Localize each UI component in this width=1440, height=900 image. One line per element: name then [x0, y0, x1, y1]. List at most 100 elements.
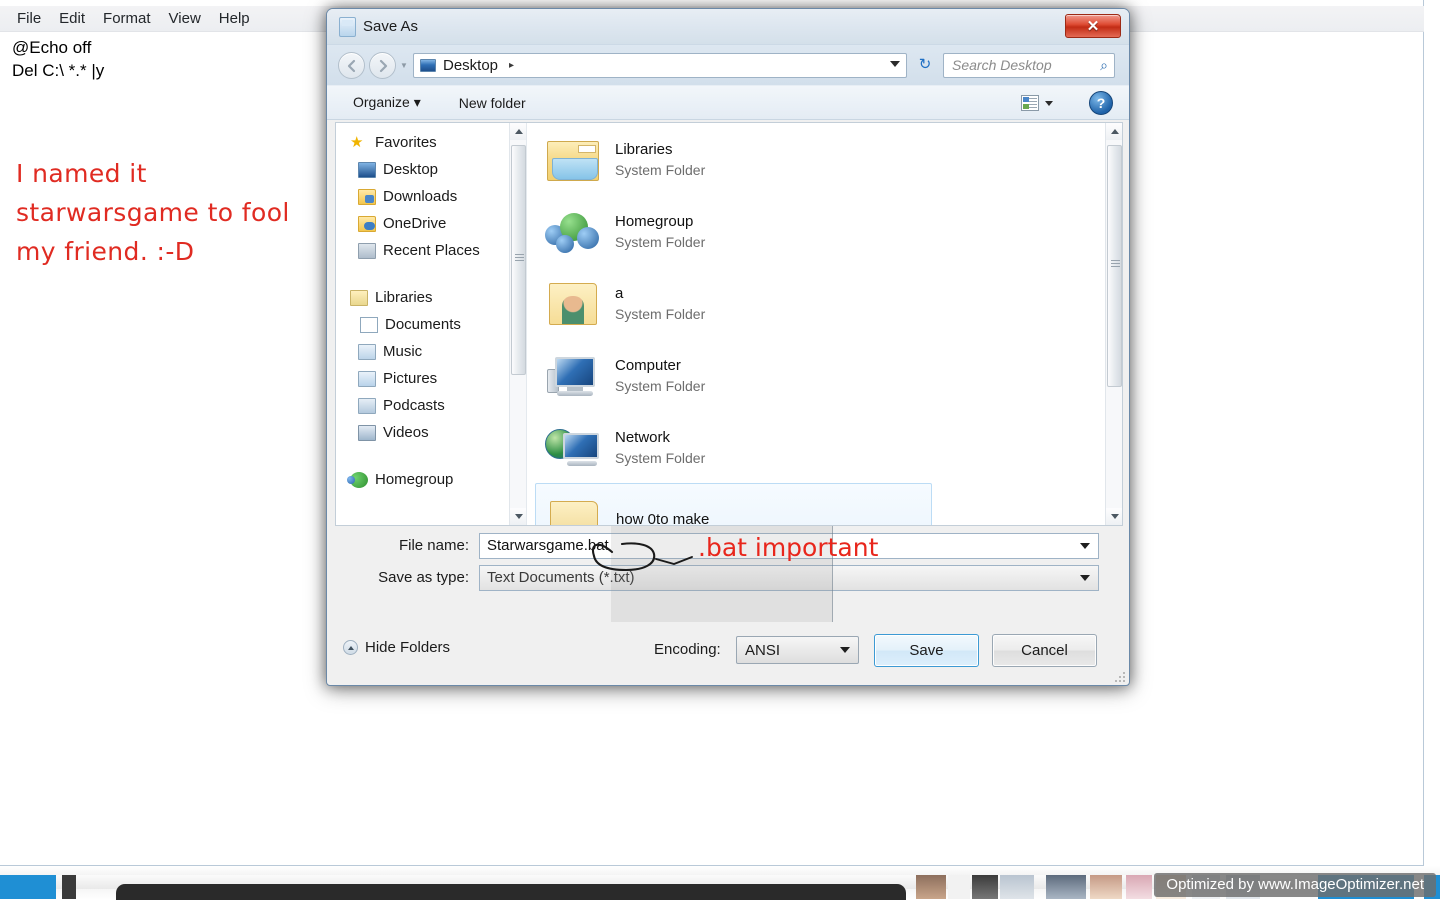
navigation-pane-scrollbar[interactable]: [509, 123, 526, 525]
breadcrumb-chevron-right-icon[interactable]: ▸: [509, 60, 514, 71]
file-name: Libraries: [615, 140, 673, 158]
file-type: System Folder: [615, 161, 706, 178]
thumbnail-chip: [916, 875, 946, 899]
save-as-dialog: Save As ✕ ▼ Desktop ▸ ↻ Search Desktop ⌕…: [326, 8, 1130, 686]
savetype-chevron-down-icon[interactable]: [1080, 574, 1090, 581]
recent-pages-chevron-down-icon[interactable]: ▼: [399, 61, 409, 70]
table-row[interactable]: Network System Folder: [527, 411, 1122, 483]
table-row[interactable]: Computer System Folder: [527, 339, 1122, 411]
cancel-button[interactable]: Cancel: [992, 634, 1097, 667]
file-text: how 0to make: [616, 511, 709, 526]
scrollbar-thumb[interactable]: [511, 145, 526, 375]
file-list-pane: Libraries System Folder Homegroup System…: [526, 123, 1122, 525]
resize-grip[interactable]: [1115, 672, 1127, 684]
refresh-icon[interactable]: ↻: [915, 54, 935, 76]
back-icon[interactable]: [338, 51, 365, 79]
file-list-scrollbar[interactable]: [1105, 123, 1122, 525]
menu-file[interactable]: File: [8, 8, 50, 29]
recent-places-icon: [358, 242, 376, 259]
sidebar-item-podcasts[interactable]: Podcasts: [336, 392, 526, 419]
sidebar-item-desktop[interactable]: Desktop: [336, 156, 526, 183]
sidebar-item-homegroup[interactable]: Homegroup: [336, 466, 526, 493]
menu-view[interactable]: View: [160, 8, 210, 29]
file-type: System Folder: [615, 377, 706, 394]
sidebar-item-downloads[interactable]: Downloads: [336, 183, 526, 210]
address-breadcrumb-bar[interactable]: Desktop ▸: [413, 52, 907, 78]
file-type: System Folder: [615, 233, 706, 250]
dialog-title-bar[interactable]: Save As ✕: [327, 9, 1129, 45]
dialog-title: Save As: [363, 18, 419, 35]
network-icon: [541, 421, 603, 473]
save-label: Save: [909, 642, 944, 659]
scroll-up-icon[interactable]: [1106, 123, 1122, 140]
save-button[interactable]: Save: [874, 634, 979, 667]
menu-help[interactable]: Help: [210, 8, 259, 29]
filename-input[interactable]: Starwarsgame.bat: [479, 532, 1099, 559]
navigation-pane: ★ Favorites Desktop Downloads OneDrive R…: [336, 123, 526, 525]
forward-icon[interactable]: [369, 51, 396, 79]
scroll-down-icon[interactable]: [510, 508, 526, 525]
sidebar-label-recent-places: Recent Places: [383, 242, 480, 259]
table-row[interactable]: Homegroup System Folder: [527, 195, 1122, 267]
file-name: a: [615, 284, 624, 302]
libraries-icon: [350, 289, 368, 306]
breadcrumb[interactable]: Desktop: [443, 57, 498, 74]
music-icon: [358, 343, 376, 360]
file-text: Libraries System Folder: [615, 141, 705, 178]
thumbnail-chip: [948, 875, 970, 899]
organize-button[interactable]: Organize ▾: [343, 90, 431, 115]
scrollbar-thumb[interactable]: [1107, 145, 1122, 387]
encoding-chevron-down-icon[interactable]: [840, 647, 850, 653]
sidebar-item-documents[interactable]: Documents: [336, 311, 526, 338]
savetype-value: Text Documents (*.txt): [487, 569, 635, 586]
menu-format[interactable]: Format: [94, 8, 160, 29]
chevron-up-icon: [343, 640, 358, 655]
search-input[interactable]: Search Desktop ⌕: [943, 52, 1115, 78]
menu-edit[interactable]: Edit: [50, 8, 94, 29]
user-folder-icon: [541, 277, 603, 329]
nav-group-libraries: Libraries Documents Music Pictures Podca…: [336, 278, 526, 446]
table-row[interactable]: how 0to make: [535, 483, 932, 525]
computer-icon: [541, 349, 603, 401]
view-lines: [1029, 98, 1037, 110]
sidebar-item-pictures[interactable]: Pictures: [336, 365, 526, 392]
organize-label: Organize: [353, 94, 410, 110]
nav-spacer-1: [336, 264, 526, 278]
table-row[interactable]: Libraries System Folder: [527, 123, 1122, 195]
encoding-value: ANSI: [745, 641, 781, 659]
sidebar-label-onedrive: OneDrive: [383, 215, 447, 232]
search-icon: ⌕: [1100, 56, 1108, 73]
save-form: File name: Starwarsgame.bat Save as type…: [327, 532, 1129, 622]
sidebar-item-videos[interactable]: Videos: [336, 419, 526, 446]
notepad-document-icon: [339, 17, 356, 37]
address-chevron-down-icon[interactable]: [890, 60, 900, 67]
table-row[interactable]: a System Folder: [527, 267, 1122, 339]
filename-value: Starwarsgame.bat: [487, 537, 609, 554]
close-icon[interactable]: ✕: [1065, 14, 1121, 38]
scroll-down-icon[interactable]: [1106, 508, 1122, 525]
dialog-browse-area: ★ Favorites Desktop Downloads OneDrive R…: [335, 122, 1123, 526]
sidebar-item-recent-places[interactable]: Recent Places: [336, 237, 526, 264]
documents-icon: [360, 316, 378, 333]
encoding-select[interactable]: ANSI: [736, 636, 859, 664]
view-chevron-down-icon[interactable]: [1045, 100, 1053, 106]
sidebar-item-favorites[interactable]: ★ Favorites: [336, 129, 526, 156]
help-icon[interactable]: ?: [1089, 91, 1113, 115]
scroll-up-icon[interactable]: [510, 123, 526, 140]
filename-chevron-down-icon[interactable]: [1080, 542, 1090, 549]
sidebar-item-onedrive[interactable]: OneDrive: [336, 210, 526, 237]
downloads-folder-icon: [358, 188, 376, 205]
homegroup-icon: [347, 471, 368, 488]
new-folder-button[interactable]: New folder: [449, 91, 536, 115]
file-name: how 0to make: [616, 510, 710, 526]
sidebar-item-music[interactable]: Music: [336, 338, 526, 365]
sidebar-item-libraries[interactable]: Libraries: [336, 284, 526, 311]
change-view-button[interactable]: [1021, 92, 1065, 114]
nav-spacer-2: [336, 446, 526, 460]
file-text: Network System Folder: [615, 429, 705, 466]
notepad-red-annotation: I named it starwarsgame to fool my frien…: [16, 159, 290, 266]
savetype-select[interactable]: Text Documents (*.txt): [479, 564, 1099, 591]
sidebar-label-documents: Documents: [385, 316, 461, 333]
close-glyph: ✕: [1086, 18, 1100, 35]
hide-folders-button[interactable]: Hide Folders: [343, 639, 450, 656]
